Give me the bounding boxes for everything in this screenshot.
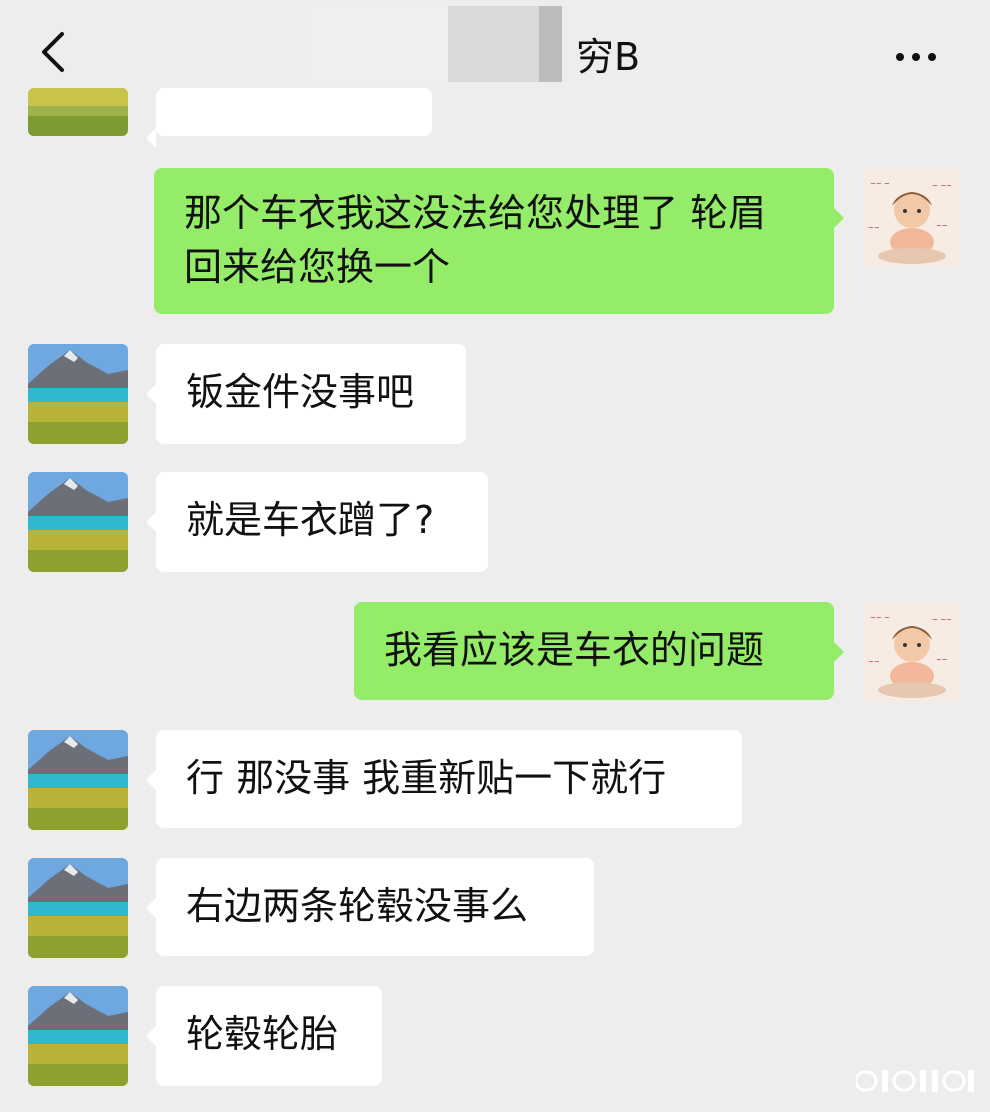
more-button[interactable] [896,46,944,61]
message-bubble-outgoing[interactable]: 我看应该是车衣的问题 [354,602,844,700]
svg-text:~~: ~~ [936,222,948,230]
message-bubble[interactable]: 轮毂轮胎 [146,986,382,1086]
chat-title: 穷B [576,35,641,79]
message-text: 行 那没事 我重新贴一下就行 [186,756,667,800]
svg-text:~~ ~: ~~ ~ [870,614,890,622]
message-bubble[interactable]: 右边两条轮毂没事么 [146,858,594,956]
self-avatar[interactable]: ~~ ~ ~ ~~ ~~ ~~ [862,168,962,268]
message-bubble[interactable]: 就是车衣蹭了? [146,472,488,572]
svg-text:~ ~~: ~ ~~ [932,182,952,190]
contact-avatar[interactable] [28,730,128,830]
chat-header: 穷B [0,0,990,108]
contact-avatar[interactable] [28,88,128,136]
back-button[interactable] [36,30,76,74]
svg-text:~~: ~~ [868,658,880,666]
message-bubble[interactable]: 行 那没事 我重新贴一下就行 [146,730,742,828]
title-blur-left [310,6,448,82]
watermark-logo [856,1070,974,1092]
message-text: 轮毂轮胎 [186,1012,339,1056]
message-bubble[interactable]: 钣金件没事吧 [146,344,466,444]
message-text: 就是车衣蹭了? [186,498,435,542]
message-bubble-outgoing[interactable]: 那个车衣我这没法给您处理了 轮眉回来给您换一个 [154,168,844,314]
message-text: 钣金件没事吧 [186,370,415,414]
self-avatar[interactable]: ~~ ~ ~ ~~ ~~ ~~ [862,602,962,702]
svg-text:~ ~~: ~ ~~ [932,616,952,624]
more-dots-icon [896,53,904,61]
svg-text:~~ ~: ~~ ~ [870,180,890,188]
contact-avatar[interactable] [28,472,128,572]
contact-avatar[interactable] [28,858,128,958]
chevron-left-icon [42,32,64,72]
message-text: 那个车衣我这没法给您处理了 轮眉回来给您换一个 [184,191,767,289]
title-blur [448,6,562,82]
contact-avatar[interactable] [28,344,128,444]
message-text: 右边两条轮毂没事么 [186,884,529,928]
contact-avatar[interactable] [28,986,128,1086]
svg-text:~~: ~~ [936,656,948,664]
svg-text:~~: ~~ [868,224,880,232]
message-bubble[interactable] [146,88,432,148]
message-text: 我看应该是车衣的问题 [384,628,765,672]
